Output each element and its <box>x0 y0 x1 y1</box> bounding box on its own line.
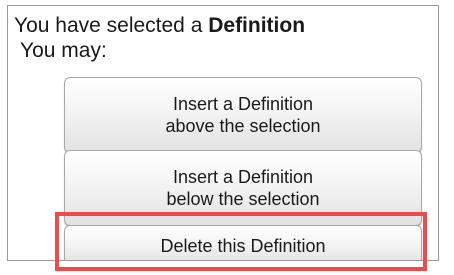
insert-above-label-line1: Insert a Definition <box>172 94 314 114</box>
panel-heading: You have selected a Definition <box>14 13 305 39</box>
insert-below-label-line2: below the selection <box>166 189 320 209</box>
heading-selected-item: Definition <box>208 14 306 37</box>
insert-definition-below-button[interactable]: Insert a Definition below the selection <box>64 150 422 226</box>
insert-above-label-line2: above the selection <box>165 116 321 136</box>
insert-definition-above-button[interactable]: Insert a Definition above the selection <box>64 77 422 153</box>
heading-prefix: You have selected a <box>14 14 209 37</box>
delete-label: Delete this Definition <box>160 235 326 256</box>
delete-definition-button[interactable]: Delete this Definition <box>64 225 422 260</box>
panel-subheading: You may: <box>20 39 107 62</box>
insert-below-label-line1: Insert a Definition <box>172 167 314 187</box>
selection-actions-panel: You have selected a Definition You may: … <box>7 5 439 261</box>
